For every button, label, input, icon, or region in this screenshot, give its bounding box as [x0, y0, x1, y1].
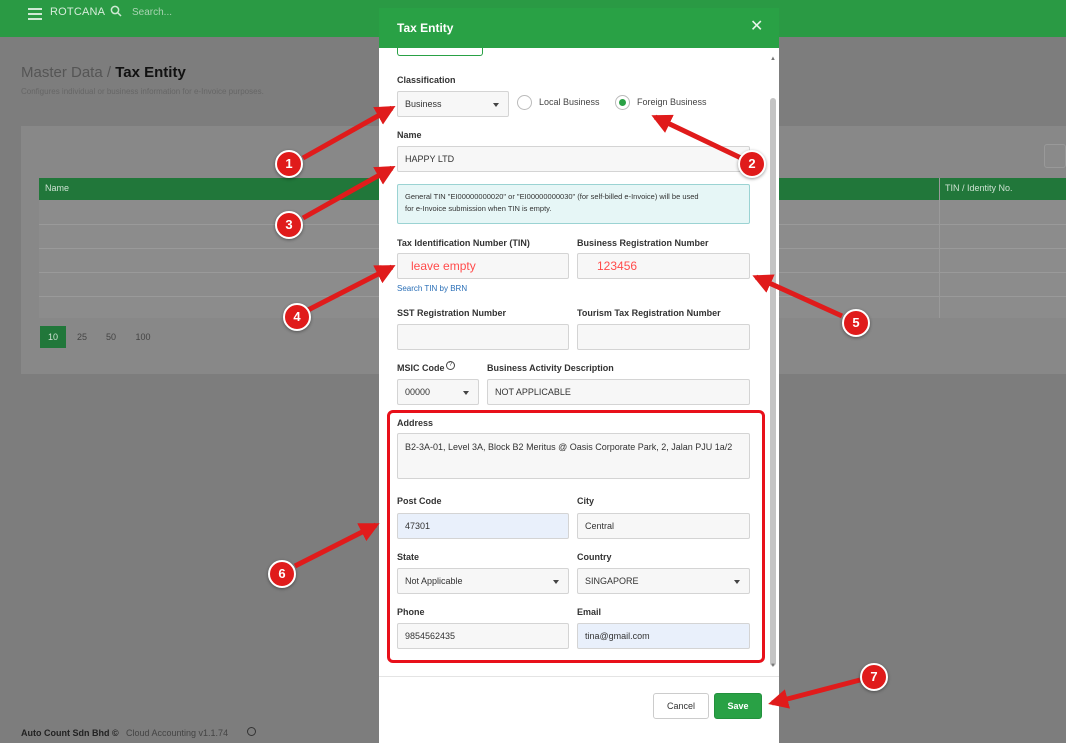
breadcrumb-current: Tax Entity — [115, 64, 186, 81]
address-textarea[interactable]: B2-3A-01, Level 3A, Block B2 Meritus @ O… — [397, 433, 750, 479]
postcode-input[interactable]: 47301 — [397, 513, 569, 539]
activity-input[interactable]: NOT APPLICABLE — [487, 379, 750, 405]
email-label: Email — [577, 607, 602, 617]
breadcrumb-separator: / — [102, 64, 116, 81]
table-column-divider — [939, 178, 940, 318]
breadcrumb-parent[interactable]: Master Data — [21, 64, 103, 81]
search-icon[interactable] — [110, 5, 122, 17]
footer-company: Auto Count Sdn Bhd © — [21, 728, 119, 738]
search-input[interactable]: Search... — [132, 7, 172, 18]
classification-select[interactable]: Business — [397, 91, 509, 117]
state-label: State — [397, 552, 420, 562]
city-input[interactable]: Central — [577, 513, 750, 539]
footer-version: Cloud Accounting v1.1.74 — [126, 728, 229, 738]
msic-select[interactable]: 00000 — [397, 379, 479, 405]
tax-entity-modal: Tax Entity ✕ Classification Business Loc… — [379, 8, 779, 743]
sst-input[interactable] — [397, 324, 569, 350]
address-label: Address — [397, 418, 434, 428]
annotation-badge-2: 2 — [738, 150, 766, 178]
modal-title: Tax Entity — [397, 21, 454, 35]
app-brand: ROTCANA — [50, 6, 106, 18]
info-text-line: for e-Invoice submission when TIN is emp… — [405, 204, 552, 213]
search-tin-link[interactable]: Search TIN by BRN — [397, 284, 467, 293]
scroll-down-icon[interactable]: ▼ — [770, 663, 776, 669]
brn-value: 123456 — [597, 259, 638, 273]
tin-label: Tax Identification Number (TIN) — [397, 238, 530, 248]
activity-label: Business Activity Description — [487, 363, 614, 373]
classification-label: Classification — [397, 75, 456, 85]
page-subtitle: Configures individual or business inform… — [21, 87, 264, 96]
page-size-100[interactable]: 100 — [129, 326, 157, 348]
help-icon[interactable]: ? — [446, 361, 455, 370]
email-input[interactable]: tina@gmail.com — [577, 623, 750, 649]
annotation-badge-1: 1 — [275, 150, 303, 178]
modal-scrollbar-thumb[interactable] — [770, 98, 776, 666]
annotation-badge-4: 4 — [283, 303, 311, 331]
hamburger-menu-icon[interactable] — [28, 8, 42, 20]
column-header-tin[interactable]: TIN / Identity No. — [945, 183, 1013, 193]
country-label: Country — [577, 552, 612, 562]
postcode-label: Post Code — [397, 496, 442, 506]
annotation-badge-5: 5 — [842, 309, 870, 337]
page-title: Master Data / Tax Entity — [21, 64, 186, 81]
modal-footer-divider — [379, 676, 779, 677]
state-select[interactable]: Not Applicable — [397, 568, 569, 594]
column-header-name[interactable]: Name — [45, 183, 69, 193]
annotation-badge-6: 6 — [268, 560, 296, 588]
cancel-button[interactable]: Cancel — [653, 693, 709, 719]
radio-local-business-label[interactable]: Local Business — [539, 97, 600, 107]
modal-header: Tax Entity ✕ — [379, 8, 779, 48]
page-size-25[interactable]: 25 — [70, 326, 94, 348]
arrow-6 — [293, 522, 380, 569]
msic-label: MSIC Code — [397, 363, 445, 373]
close-icon[interactable]: ✕ — [750, 19, 763, 35]
annotation-badge-7: 7 — [860, 663, 888, 691]
annotation-badge-3: 3 — [275, 211, 303, 239]
tin-info-box: General TIN "EI00000000020" or "EI000000… — [397, 184, 750, 224]
tourism-tax-input[interactable] — [577, 324, 750, 350]
phone-label: Phone — [397, 607, 425, 617]
radio-foreign-business[interactable] — [615, 95, 630, 110]
radio-foreign-business-label[interactable]: Foreign Business — [637, 97, 707, 107]
save-button[interactable]: Save — [714, 693, 762, 719]
name-input[interactable]: HAPPY LTD — [397, 146, 750, 172]
phone-input[interactable]: 9854562435 — [397, 623, 569, 649]
tin-input[interactable]: leave empty — [397, 253, 569, 279]
page-size-50[interactable]: 50 — [99, 326, 123, 348]
tin-note: leave empty — [411, 259, 476, 273]
brn-label: Business Registration Number — [577, 238, 709, 248]
sst-label: SST Registration Number — [397, 308, 507, 318]
info-text-line: General TIN "EI00000000020" or "EI000000… — [405, 192, 699, 201]
brn-input[interactable]: 123456 — [577, 253, 750, 279]
city-label: City — [577, 496, 595, 506]
radio-local-business[interactable] — [517, 95, 532, 110]
scroll-up-icon[interactable]: ▲ — [770, 56, 776, 62]
country-select[interactable]: SINGAPORE — [577, 568, 750, 594]
globe-icon[interactable] — [247, 727, 256, 736]
name-label: Name — [397, 130, 422, 140]
scrolled-field-stub — [397, 48, 483, 56]
tourism-tax-label: Tourism Tax Registration Number — [577, 308, 721, 318]
page-size-10[interactable]: 10 — [40, 326, 66, 348]
export-icon[interactable] — [1044, 144, 1066, 168]
arrow-7 — [768, 677, 861, 709]
